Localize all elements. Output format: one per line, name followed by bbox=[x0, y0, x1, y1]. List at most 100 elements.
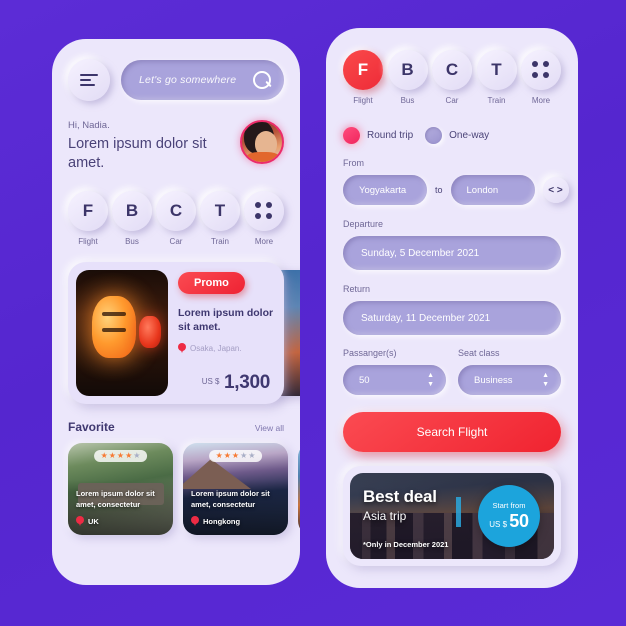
view-all-link[interactable]: View all bbox=[255, 423, 284, 433]
star-filled: ★ bbox=[125, 450, 133, 460]
dot bbox=[266, 201, 272, 208]
tower-graphic bbox=[456, 497, 462, 527]
seat-class-stepper[interactable]: Business ▲ ▼ bbox=[458, 365, 561, 395]
hamburger-icon[interactable] bbox=[68, 59, 110, 101]
favorite-card[interactable]: ★ ★ ★ ★ ★ Lorem ipsum dolor sit amet, co… bbox=[183, 442, 288, 535]
category-icon-bus[interactable]: B bbox=[112, 190, 152, 231]
grid-dots-glyph bbox=[255, 201, 273, 220]
right-screen: F Flight B Bus C Car T Train More Round … bbox=[326, 28, 578, 588]
route-connector: to bbox=[435, 185, 443, 195]
category-label-train: Train bbox=[487, 96, 506, 105]
passenger-value: 50 bbox=[359, 374, 370, 386]
category-icon-bus[interactable]: B bbox=[387, 50, 428, 90]
badge-start-from: Start from bbox=[492, 500, 526, 510]
avatar[interactable] bbox=[240, 120, 284, 164]
left-topbar: Let's go somewhere bbox=[68, 39, 284, 101]
star-empty: ★ bbox=[248, 450, 256, 460]
rating-stars: ★ ★ ★ ★ ★ bbox=[208, 449, 263, 462]
category-label-car: Car bbox=[445, 96, 459, 105]
lantern-large bbox=[92, 295, 136, 358]
category-more[interactable]: More bbox=[521, 50, 561, 105]
category-bus[interactable]: B Bus bbox=[387, 50, 428, 105]
category-car[interactable]: C Car bbox=[156, 190, 196, 246]
favorite-card[interactable]: ★ ★ ★ ★ ★ Lorem ipsum dolor sit amet, co… bbox=[68, 442, 173, 535]
chevron-updown-icon[interactable]: ▲ ▼ bbox=[427, 372, 434, 388]
grid-dots-glyph bbox=[532, 61, 550, 79]
search-input[interactable]: Let's go somewhere bbox=[121, 60, 284, 100]
category-icon-car[interactable]: C bbox=[156, 190, 196, 231]
radio-label-round-trip: Round trip bbox=[367, 130, 414, 141]
search-placeholder: Let's go somewhere bbox=[139, 74, 237, 86]
greeting-text: Hi, Nadia. Lorem ipsum dolor sit amet. bbox=[68, 120, 240, 173]
chevron-updown-icon[interactable]: ▲ ▼ bbox=[542, 372, 549, 388]
category-icon-train[interactable]: T bbox=[200, 190, 240, 231]
favorite-title: Favorite bbox=[68, 419, 115, 434]
category-label-bus: Bus bbox=[125, 236, 139, 246]
best-deal-subtitle: Asia trip bbox=[363, 509, 407, 523]
radio-round-trip[interactable]: Round trip bbox=[343, 127, 413, 144]
category-flight[interactable]: F Flight bbox=[343, 50, 383, 105]
rating-stars: ★ ★ ★ ★ ★ bbox=[93, 449, 148, 462]
passenger-seat-row: Passanger(s) 50 ▲ ▼ Seat class Business … bbox=[343, 335, 561, 395]
category-car[interactable]: C Car bbox=[432, 50, 472, 105]
search-flight-button[interactable]: Search Flight bbox=[343, 412, 561, 452]
promo-card[interactable]: Promo Lorem ipsum dolor sit amet. Osaka,… bbox=[68, 261, 284, 404]
favorite-location-text: Hongkong bbox=[203, 516, 241, 526]
favorite-image bbox=[298, 442, 300, 535]
map-pin-icon bbox=[76, 515, 84, 527]
promo-badge: Promo bbox=[178, 271, 245, 294]
swap-icon[interactable]: < > bbox=[542, 177, 569, 203]
passenger-stepper[interactable]: 50 ▲ ▼ bbox=[343, 365, 446, 395]
category-icon-train[interactable]: T bbox=[476, 50, 517, 90]
origin-field[interactable]: Yogyakarta bbox=[343, 175, 427, 205]
category-label-bus: Bus bbox=[400, 96, 415, 105]
promo-currency: US $ bbox=[201, 376, 220, 386]
grid-dots-icon[interactable] bbox=[521, 50, 561, 90]
hamburger-line bbox=[80, 74, 98, 76]
favorite-location-text: UK bbox=[88, 516, 99, 526]
favorite-location: UK bbox=[76, 515, 99, 527]
category-train[interactable]: T Train bbox=[200, 190, 240, 246]
best-deal-card[interactable]: Best deal Asia trip *Only in December 20… bbox=[343, 466, 561, 566]
badge-price: 50 bbox=[509, 510, 529, 531]
favorite-card-next[interactable] bbox=[298, 442, 300, 535]
category-bus[interactable]: B Bus bbox=[112, 190, 152, 246]
star-filled: ★ bbox=[108, 450, 116, 460]
category-more[interactable]: More bbox=[244, 190, 284, 246]
best-deal-banner: Best deal Asia trip *Only in December 20… bbox=[350, 473, 554, 559]
best-deal-title: Best deal bbox=[363, 487, 437, 506]
hamburger-line bbox=[80, 84, 95, 86]
category-flight[interactable]: F Flight bbox=[68, 190, 108, 246]
left-category-list: F Flight B Bus C Car T Train More bbox=[68, 190, 284, 246]
dot bbox=[255, 212, 261, 219]
phone-right: F Flight B Bus C Car T Train More Round … bbox=[326, 28, 578, 588]
greeting-hi: Hi, Nadia. bbox=[68, 120, 110, 131]
promo-section: Promo Lorem ipsum dolor sit amet. Osaka,… bbox=[68, 261, 300, 404]
chevron-up: ▲ bbox=[427, 372, 434, 379]
category-icon-flight[interactable]: F bbox=[68, 190, 108, 231]
radio-one-way[interactable]: One-way bbox=[425, 127, 489, 144]
departure-date-field[interactable]: Sunday, 5 December 2021 bbox=[343, 236, 561, 270]
grid-dots-icon[interactable] bbox=[244, 190, 284, 231]
left-screen: Let's go somewhere Hi, Nadia. Lorem ipsu… bbox=[52, 39, 300, 585]
category-icon-car[interactable]: C bbox=[432, 50, 472, 90]
return-date-field[interactable]: Saturday, 11 December 2021 bbox=[343, 301, 561, 335]
category-train[interactable]: T Train bbox=[476, 50, 517, 105]
promo-location-text: Osaka, Japan. bbox=[190, 344, 242, 354]
trip-type-group: Round trip One-way bbox=[343, 127, 561, 144]
star-filled: ★ bbox=[116, 450, 125, 460]
category-label-more: More bbox=[254, 236, 274, 246]
best-deal-note: *Only in December 2021 bbox=[363, 540, 449, 549]
greeting-row: Hi, Nadia. Lorem ipsum dolor sit amet. bbox=[68, 120, 284, 173]
radio-label-one-way: One-way bbox=[449, 130, 490, 141]
passenger-label: Passanger(s) bbox=[343, 348, 397, 358]
destination-field[interactable]: London bbox=[450, 175, 535, 205]
promo-body: Promo Lorem ipsum dolor sit amet. Osaka,… bbox=[168, 270, 276, 396]
radio-dot-selected bbox=[343, 127, 360, 144]
greeting-headline: Lorem ipsum dolor sit amet. bbox=[68, 136, 207, 171]
search-icon[interactable] bbox=[253, 70, 272, 90]
category-icon-flight[interactable]: F bbox=[343, 50, 383, 90]
dot bbox=[532, 61, 538, 67]
dot bbox=[532, 72, 538, 78]
seat-class-label: Seat class bbox=[458, 348, 500, 358]
